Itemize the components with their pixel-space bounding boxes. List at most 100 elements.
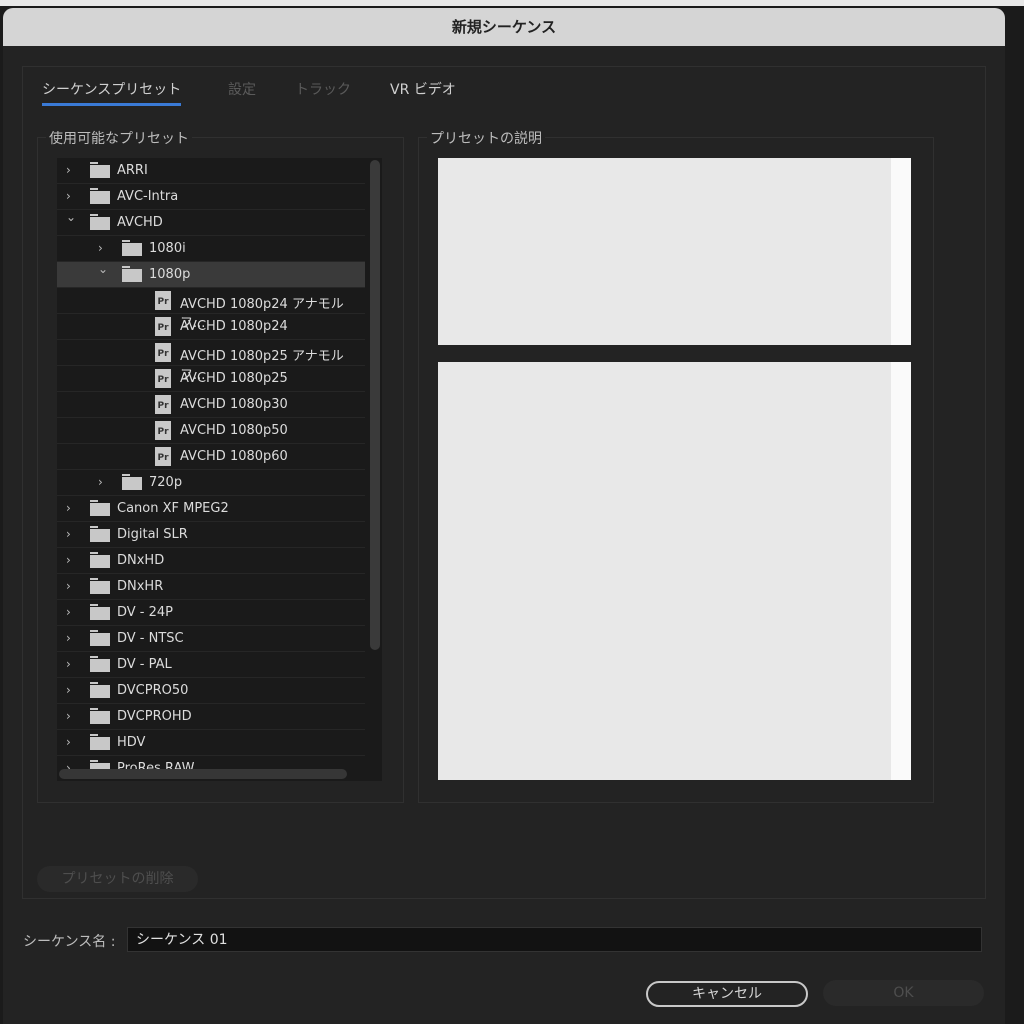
preset-description-box — [438, 158, 911, 345]
tree-item-label: 720p — [149, 475, 183, 490]
available-presets-label: 使用可能なプリセット — [46, 128, 192, 148]
folder-icon — [122, 240, 142, 256]
folder-icon — [90, 214, 110, 230]
folder-icon — [90, 578, 110, 594]
horizontal-scrollbar[interactable] — [59, 769, 347, 779]
chevron-right-icon[interactable]: › — [66, 735, 71, 749]
tree-item[interactable]: › HDV — [57, 730, 365, 756]
tab-vr-video[interactable]: VR ビデオ — [390, 79, 456, 99]
tree-item[interactable]: › ARRI — [57, 158, 365, 184]
tree-item-label: DNxHR — [117, 579, 164, 594]
tree-item[interactable]: Pr AVCHD 1080p25 アナモルフ... — [57, 340, 365, 383]
tree-item-label: AVCHD — [117, 215, 163, 230]
chevron-down-icon[interactable]: ⌄ — [98, 262, 108, 276]
tree-item-label: AVCHD 1080p24 アナモルフ... — [180, 297, 344, 331]
tab-panel: シーケンスプリセット 設定 トラック VR ビデオ 使用可能なプリセット › Pr… — [22, 66, 986, 899]
tree-item[interactable]: Pr AVCHD 1080p50 — [57, 418, 365, 444]
tree-item-label: HDV — [117, 735, 146, 750]
tab-sequence-presets[interactable]: シーケンスプリセット — [42, 79, 182, 106]
premiere-preset-icon: Pr — [155, 291, 171, 310]
tree-item-label: DVCPROHD — [117, 709, 192, 724]
folder-icon — [90, 526, 110, 542]
tree-item-label: 1080i — [149, 241, 186, 256]
ok-button[interactable]: OK — [823, 980, 984, 1006]
new-sequence-dialog: 新規シーケンス シーケンスプリセット 設定 トラック VR ビデオ 使用可能なプ… — [3, 8, 1005, 1024]
folder-icon — [90, 162, 110, 178]
premiere-preset-icon: Pr — [155, 369, 171, 388]
tree-item[interactable]: Pr AVCHD 1080p30 — [57, 392, 365, 418]
tree-item-label: AVCHD 1080p25 アナモルフ... — [180, 349, 344, 383]
tree-item[interactable]: Pr AVCHD 1080p60 — [57, 444, 365, 470]
tree-item[interactable]: Pr AVCHD 1080p24 アナモルフ... — [57, 288, 365, 331]
cancel-button[interactable]: キャンセル — [646, 981, 808, 1007]
tree-item-label: DV - PAL — [117, 657, 172, 672]
tree-item[interactable]: › DV - NTSC — [57, 626, 365, 652]
folder-icon — [90, 500, 110, 516]
tree-item-label: DVCPRO50 — [117, 683, 189, 698]
chevron-right-icon[interactable]: › — [66, 605, 71, 619]
tree-item[interactable]: ⌄ AVCHD — [57, 210, 365, 236]
tree-item-label: Digital SLR — [117, 527, 188, 542]
folder-icon — [122, 266, 142, 282]
premiere-preset-icon: Pr — [155, 447, 171, 466]
tree-item-label: AVCHD 1080p30 — [180, 397, 288, 412]
chevron-right-icon[interactable]: › — [98, 475, 103, 489]
background-strip — [0, 0, 1024, 6]
folder-icon — [90, 682, 110, 698]
premiere-preset-icon: Pr — [155, 317, 171, 336]
chevron-right-icon[interactable]: › — [66, 683, 71, 697]
preset-tree[interactable]: ›ProRes RAW›HDV›DVCPROHD›DVCPRO50›DV - P… — [57, 158, 382, 781]
chevron-down-icon[interactable]: ⌄ — [66, 210, 76, 224]
tree-item[interactable]: › DV - 24P — [57, 600, 365, 626]
available-presets-group: 使用可能なプリセット ›ProRes RAW›HDV›DVCPROHD›DVCP… — [37, 128, 404, 803]
tab-settings[interactable]: 設定 — [228, 79, 256, 99]
folder-icon — [90, 656, 110, 672]
preset-description-group: プリセットの説明 — [418, 128, 934, 803]
folder-icon — [90, 630, 110, 646]
chevron-right-icon[interactable]: › — [66, 189, 71, 203]
dialog-title: 新規シーケンス — [3, 8, 1005, 46]
chevron-right-icon[interactable]: › — [66, 527, 71, 541]
tree-item-label: AVCHD 1080p60 — [180, 449, 288, 464]
folder-icon — [122, 474, 142, 490]
tree-item[interactable]: › Canon XF MPEG2 — [57, 496, 365, 522]
folder-icon — [90, 188, 110, 204]
tree-item[interactable]: › 1080i — [57, 236, 365, 262]
chevron-right-icon[interactable]: › — [66, 631, 71, 645]
chevron-right-icon[interactable]: › — [98, 241, 103, 255]
tree-item-label: DV - NTSC — [117, 631, 184, 646]
tree-item[interactable]: › AVC-Intra — [57, 184, 365, 210]
tree-item[interactable]: › 720p — [57, 470, 365, 496]
folder-icon — [90, 708, 110, 724]
tree-item[interactable]: › DVCPRO50 — [57, 678, 365, 704]
chevron-right-icon[interactable]: › — [66, 709, 71, 723]
chevron-right-icon[interactable]: › — [66, 657, 71, 671]
chevron-right-icon[interactable]: › — [66, 579, 71, 593]
chevron-right-icon[interactable]: › — [66, 501, 71, 515]
tree-item-label: DV - 24P — [117, 605, 174, 620]
premiere-preset-icon: Pr — [155, 395, 171, 414]
tree-item-label: AVCHD 1080p50 — [180, 423, 288, 438]
sequence-name-input[interactable]: シーケンス 01 — [127, 927, 982, 952]
folder-icon — [90, 604, 110, 620]
chevron-right-icon[interactable]: › — [66, 553, 71, 567]
preset-details-box — [438, 362, 911, 780]
folder-icon — [90, 734, 110, 750]
chevron-right-icon[interactable]: › — [66, 163, 71, 177]
folder-icon — [90, 552, 110, 568]
sequence-name-label: シーケンス名 : — [23, 934, 116, 950]
premiere-preset-icon: Pr — [155, 343, 171, 362]
tab-tracks[interactable]: トラック — [295, 79, 351, 99]
tree-item[interactable]: › DV - PAL — [57, 652, 365, 678]
vertical-scrollbar[interactable] — [370, 160, 380, 650]
tree-item[interactable]: ⌄ 1080p — [57, 262, 365, 288]
tree-item[interactable]: › DNxHR — [57, 574, 365, 600]
delete-preset-button[interactable]: プリセットの削除 — [37, 866, 198, 892]
tree-item-label: ARRI — [117, 163, 148, 178]
preset-description-label: プリセットの説明 — [427, 128, 545, 148]
tree-item[interactable]: › DNxHD — [57, 548, 365, 574]
tree-item[interactable]: › DVCPROHD — [57, 704, 365, 730]
tree-item-label: Canon XF MPEG2 — [117, 501, 229, 516]
tree-item-label: 1080p — [149, 267, 191, 282]
tree-item[interactable]: › Digital SLR — [57, 522, 365, 548]
